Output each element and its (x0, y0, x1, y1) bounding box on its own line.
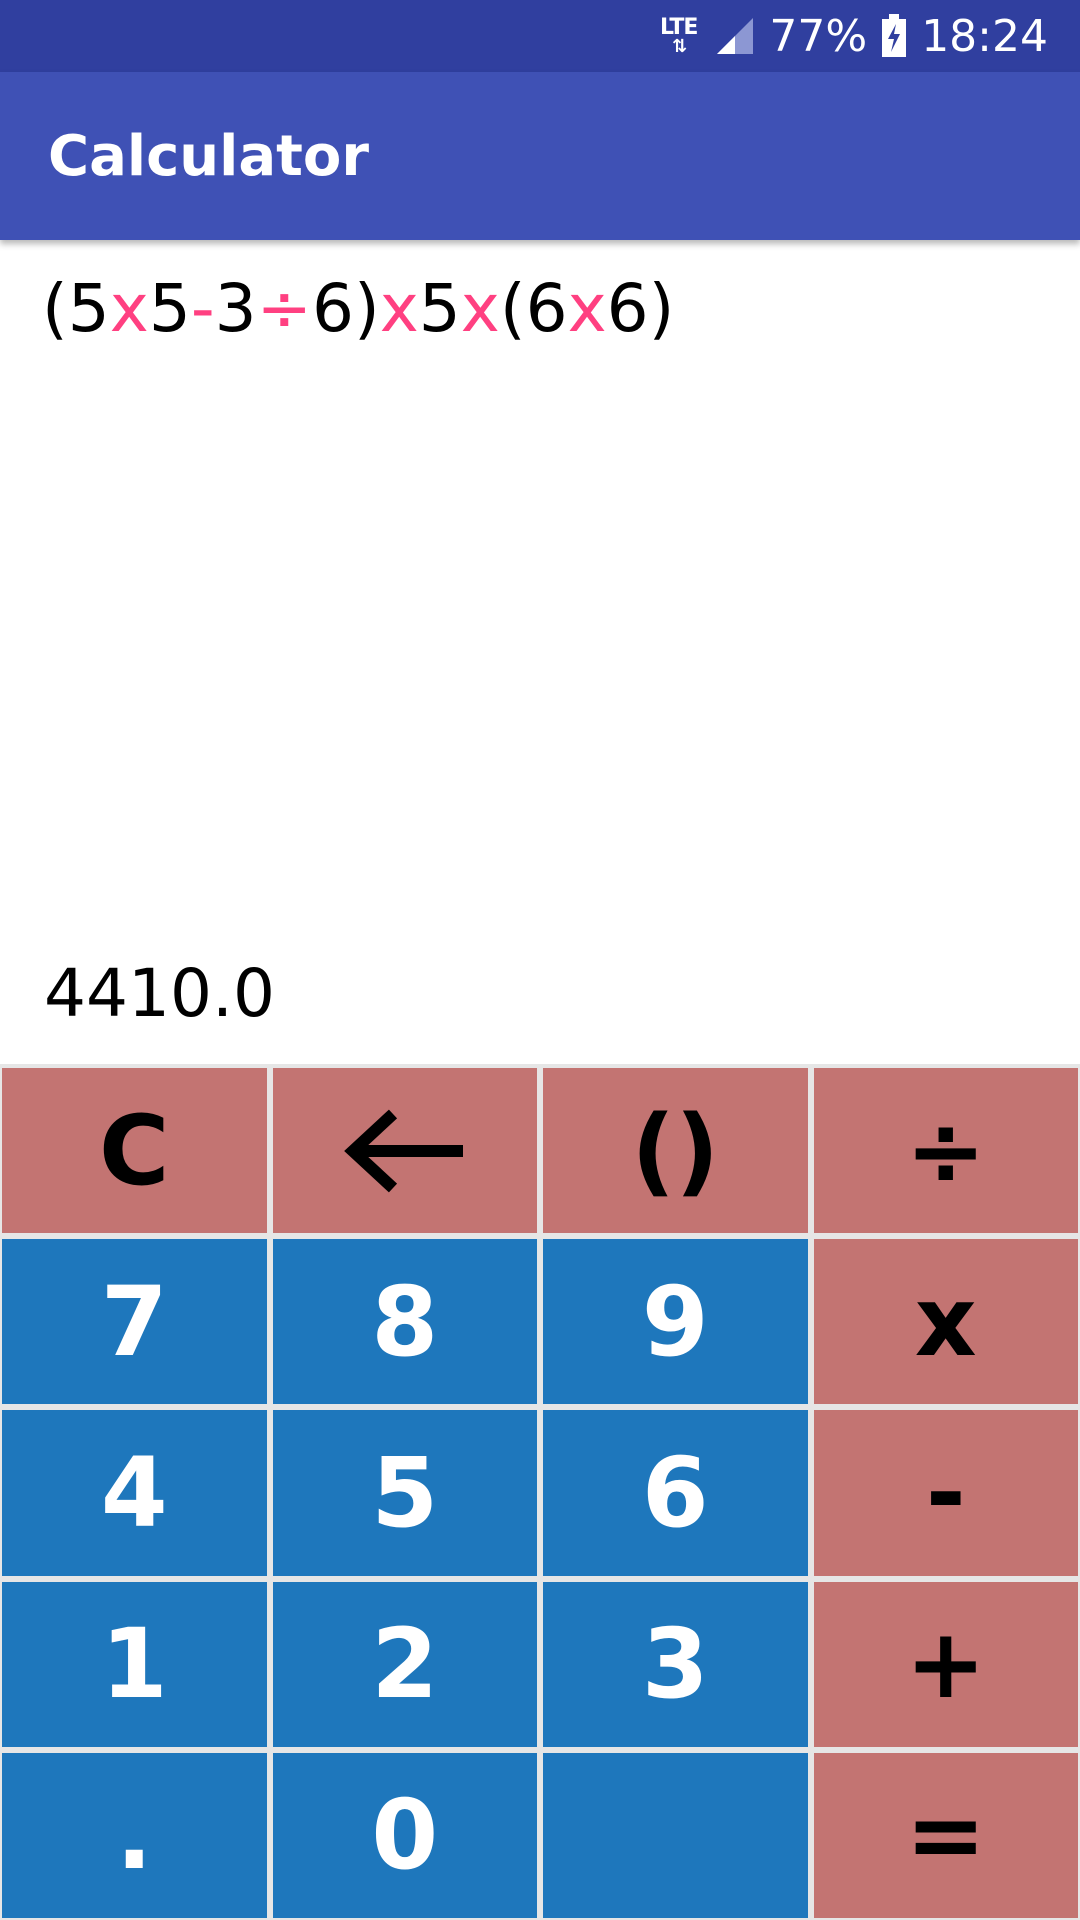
backspace-arrow-icon (343, 1109, 463, 1192)
expression-operator: - (190, 270, 215, 347)
status-clock: 18:24 (921, 10, 1048, 62)
expression-operand: (6 (499, 270, 568, 347)
app-title: Calculator (48, 123, 369, 189)
digit-8-button[interactable]: 8 (272, 1239, 537, 1405)
network-arrows-icon: ⇅ (672, 36, 687, 56)
digit-2-button[interactable]: 2 (272, 1581, 537, 1747)
expression-operand: 5 (418, 270, 461, 347)
status-bar: LTE ⇅ 77% 18:24 (0, 0, 1080, 72)
result-display: 4410.0 (44, 955, 275, 1032)
expression-operator: x (567, 270, 607, 347)
digit-6-button[interactable]: 6 (543, 1410, 808, 1576)
battery-percent: 77% (769, 10, 868, 62)
minus-button[interactable]: - (813, 1410, 1078, 1576)
expression-operator: x (109, 270, 149, 347)
network-lte-icon: LTE ⇅ (660, 17, 698, 56)
digit-4-button[interactable]: 4 (2, 1410, 267, 1576)
expression-operand: 6) (606, 270, 675, 347)
equals-button[interactable]: = (813, 1752, 1078, 1918)
app-bar: Calculator (0, 72, 1080, 240)
expression-operator: ÷ (256, 270, 312, 347)
digit-7-button[interactable]: 7 (2, 1239, 267, 1405)
parentheses-button[interactable]: () (543, 1068, 808, 1234)
expression-display: (5x5-3÷6)x5x(6x6) (42, 270, 674, 347)
plus-button[interactable]: + (813, 1581, 1078, 1747)
clear-button[interactable]: C (2, 1068, 267, 1234)
expression-operand: 6) (311, 270, 380, 347)
multiply-button[interactable]: x (813, 1239, 1078, 1405)
signal-icon (717, 18, 754, 54)
digit-5-button[interactable]: 5 (272, 1410, 537, 1576)
digit-3-button[interactable]: 3 (543, 1581, 808, 1747)
digit-0-button[interactable]: 0 (272, 1752, 537, 1918)
keypad: C () ÷ 7 8 9 x 4 5 6 - 1 2 3 + . 0 = (0, 1064, 1080, 1920)
digit-9-button[interactable]: 9 (543, 1239, 808, 1405)
expression-operator: x (460, 270, 500, 347)
expression-operator: x (379, 270, 419, 347)
expression-operand: 3 (214, 270, 257, 347)
battery-charging-icon (882, 14, 907, 57)
backspace-button[interactable] (272, 1068, 537, 1234)
expression-operand: 5 (148, 270, 191, 347)
blank-key[interactable] (543, 1752, 808, 1918)
decimal-point-button[interactable]: . (2, 1752, 267, 1918)
divide-button[interactable]: ÷ (813, 1068, 1078, 1234)
digit-1-button[interactable]: 1 (2, 1581, 267, 1747)
expression-operand: (5 (42, 270, 110, 347)
